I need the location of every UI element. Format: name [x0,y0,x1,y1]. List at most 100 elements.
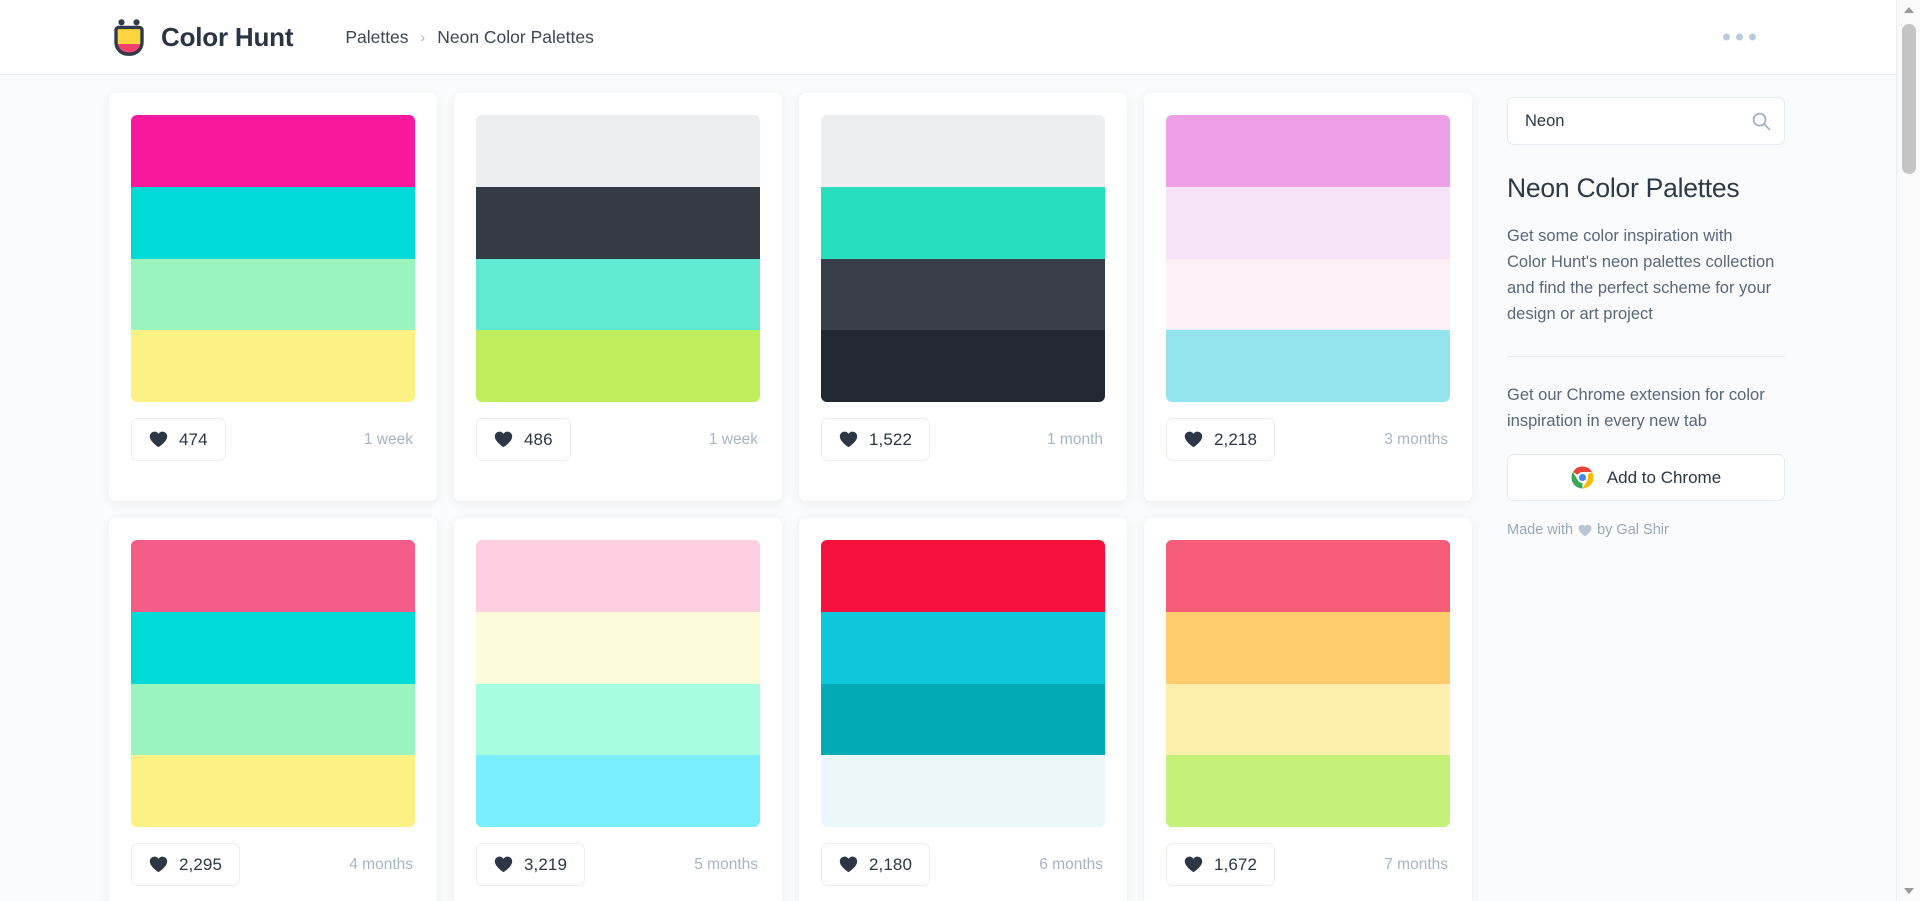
like-button[interactable]: 2,180 [821,843,931,886]
heart-icon [1184,431,1203,448]
palette-swatches [1166,540,1450,827]
palette-timestamp: 6 months [1039,855,1103,873]
palette-card[interactable]: 474 1 week [109,93,437,501]
like-button[interactable]: 1,672 [1166,843,1276,886]
color-swatch[interactable] [1166,755,1450,827]
like-count: 3,219 [524,854,568,874]
credit-author-text: by Gal Shir [1597,522,1669,539]
palette-swatches [131,540,415,827]
color-swatch[interactable] [131,683,415,756]
color-swatch[interactable] [476,258,760,331]
palette-card-footer: 474 1 week [131,418,415,461]
color-swatch[interactable] [821,330,1105,402]
breadcrumb-current-page: Neon Color Palettes [437,26,594,47]
heart-icon [839,856,858,873]
chrome-extension-text: Get our Chrome extension for color inspi… [1507,386,1765,430]
like-count: 486 [524,429,553,449]
color-swatch[interactable] [821,540,1105,612]
palette-card-footer: 1,672 7 months [1166,843,1450,886]
brand-name-text: Color Hunt [161,21,294,52]
breadcrumb: Palettes › Neon Color Palettes [345,27,594,48]
app-window: Color Hunt Palettes › Neon Color Palette… [0,0,1920,901]
search-icon[interactable] [1751,111,1771,131]
color-swatch[interactable] [821,755,1105,827]
color-swatch[interactable] [821,611,1105,684]
palette-card[interactable]: 2,218 3 months [1144,93,1472,501]
heart-icon [839,431,858,448]
scrollbar-thumb[interactable] [1902,24,1916,174]
brand-home-link[interactable]: Color Hunt [112,18,294,56]
color-swatch[interactable] [1166,115,1450,187]
color-swatch[interactable] [1166,611,1450,684]
palette-grid: 474 1 week 486 1 week 1,522 1 month 2,218 3 mon… [109,93,1475,901]
palette-timestamp: 4 months [349,855,413,873]
chrome-logo-icon [1571,466,1594,489]
color-swatch[interactable] [131,258,415,331]
palette-card-footer: 2,295 4 months [131,843,415,886]
color-swatch[interactable] [821,683,1105,756]
like-button[interactable]: 2,218 [1166,418,1276,461]
vertical-scrollbar[interactable] [1896,0,1920,901]
palette-card[interactable]: 486 1 week [454,93,782,501]
palette-timestamp: 1 week [363,430,413,448]
sidebar: Neon Color Palettes Get some color inspi… [1507,97,1785,538]
like-button[interactable]: 3,219 [476,843,586,886]
palette-card[interactable]: 1,672 7 months [1144,518,1472,901]
like-count: 1,522 [869,429,913,449]
color-swatch[interactable] [476,611,760,684]
like-count: 474 [179,429,208,449]
palette-card[interactable]: 3,219 5 months [454,518,782,901]
overflow-menu-button[interactable] [1715,26,1764,49]
color-swatch[interactable] [476,115,760,187]
palette-card-footer: 3,219 5 months [476,843,760,886]
scroll-up-arrow-icon[interactable] [1897,0,1920,20]
color-swatch[interactable] [821,186,1105,259]
sidebar-page-title: Neon Color Palettes [1507,173,1740,203]
palette-swatches [476,540,760,827]
scroll-down-arrow-icon[interactable] [1897,881,1920,901]
color-swatch[interactable] [1166,186,1450,259]
like-button[interactable]: 474 [131,418,226,461]
color-swatch[interactable] [1166,330,1450,402]
palette-card[interactable]: 2,180 6 months [799,518,1127,901]
like-button[interactable]: 1,522 [821,418,931,461]
color-swatch[interactable] [476,683,760,756]
color-swatch[interactable] [1166,258,1450,331]
color-swatch[interactable] [476,755,760,827]
palette-card[interactable]: 1,522 1 month [799,93,1127,501]
color-swatch[interactable] [131,186,415,259]
color-swatch[interactable] [131,611,415,684]
color-swatch[interactable] [1166,683,1450,756]
color-swatch[interactable] [476,330,760,402]
color-swatch[interactable] [476,540,760,612]
palette-swatches [131,115,415,402]
like-count: 2,218 [1214,429,1258,449]
breadcrumb-palettes-link[interactable]: Palettes [345,27,408,48]
heart-icon [494,431,513,448]
credit-prefix-text: Made with [1507,522,1574,539]
like-count: 1,672 [1214,854,1258,874]
color-swatch[interactable] [131,755,415,827]
color-swatch[interactable] [821,258,1105,331]
color-swatch[interactable] [476,186,760,259]
color-swatch[interactable] [131,330,415,402]
color-swatch[interactable] [131,540,415,612]
heart-icon [1184,856,1203,873]
color-swatch[interactable] [1166,540,1450,612]
search-box [1507,97,1785,145]
palette-card-footer: 486 1 week [476,418,760,461]
palette-timestamp: 3 months [1384,430,1448,448]
palette-card-footer: 2,180 6 months [821,843,1105,886]
palette-timestamp: 1 week [708,430,758,448]
heart-icon [494,856,513,873]
add-to-chrome-button[interactable]: Add to Chrome [1507,454,1785,502]
breadcrumb-separator-icon: › [420,29,426,45]
like-button[interactable]: 486 [476,418,571,461]
search-input[interactable] [1508,98,1784,144]
sidebar-divider [1507,356,1785,358]
color-swatch[interactable] [131,115,415,187]
heart-icon [149,856,168,873]
like-button[interactable]: 2,295 [131,843,241,886]
color-swatch[interactable] [821,115,1105,187]
palette-card[interactable]: 2,295 4 months [109,518,437,901]
